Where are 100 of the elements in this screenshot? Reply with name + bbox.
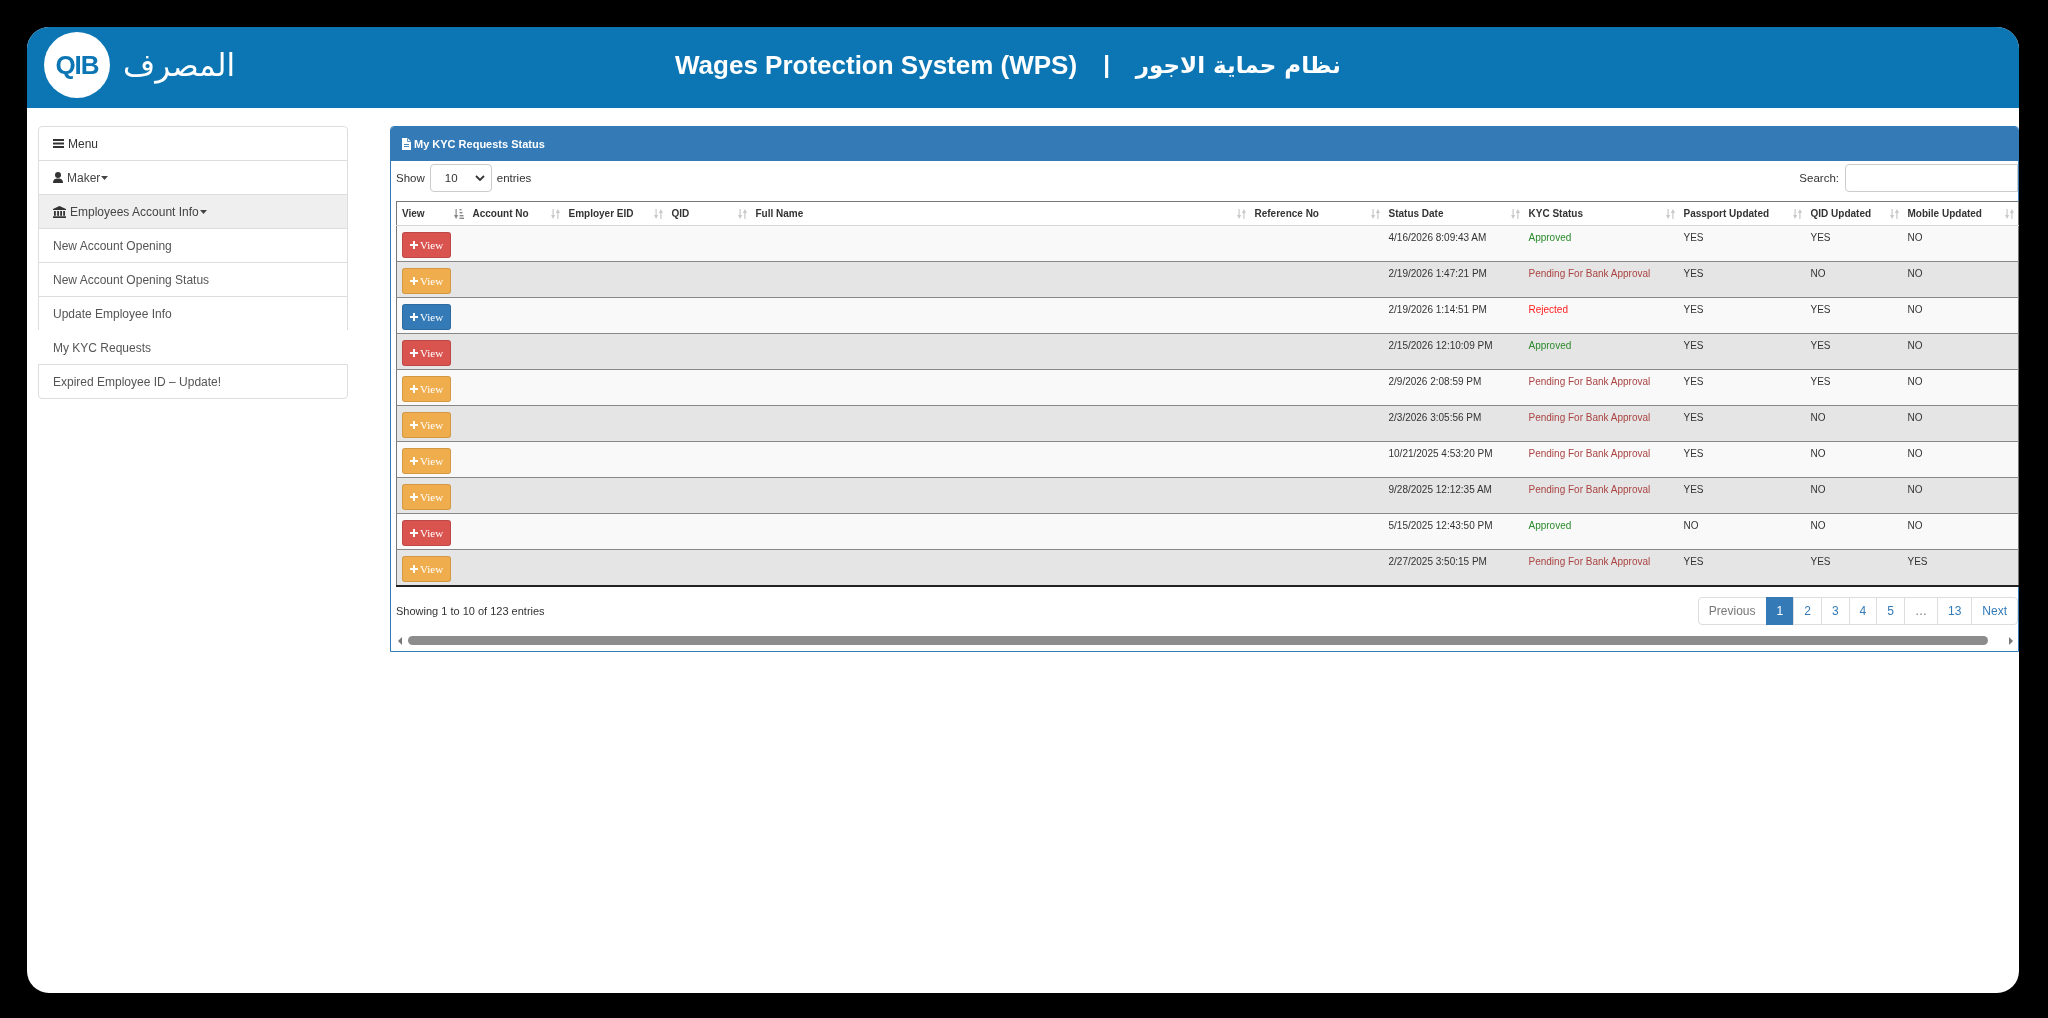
pagination-link[interactable]: 13 <box>1936 596 1973 625</box>
status-text: Approved <box>1523 333 1679 370</box>
logo-mark: QIB <box>44 32 110 98</box>
plus-icon <box>410 421 418 429</box>
bank-icon <box>53 205 66 218</box>
table-cell: NO <box>1902 477 2019 514</box>
table-cell: YES <box>1805 333 1903 370</box>
column-header[interactable]: QID <box>666 201 751 226</box>
table-cell: NO <box>1902 333 2019 370</box>
table-info: Showing 1 to 10 of 123 entries <box>396 604 545 617</box>
status-text: Approved <box>1523 513 1679 550</box>
table-cell: NO <box>1902 369 2019 406</box>
status-text: Rejected <box>1523 297 1679 334</box>
menu-link[interactable]: Expired Employee ID – Update! <box>38 364 348 399</box>
plus-icon <box>410 277 418 285</box>
table-cell: YES <box>1678 261 1806 298</box>
menu-link[interactable]: New Account Opening <box>38 228 348 263</box>
status-text: Pending For Bank Approval <box>1523 369 1679 406</box>
status-text: Pending For Bank Approval <box>1523 261 1679 298</box>
document-icon <box>402 138 411 150</box>
plus-icon <box>410 385 418 393</box>
column-header[interactable]: Status Date <box>1383 201 1524 226</box>
status-text: Approved <box>1523 225 1679 262</box>
pagination-link[interactable]: 3 <box>1820 596 1850 625</box>
table-cell: YES <box>1805 225 1903 262</box>
table-cell: YES <box>1678 333 1806 370</box>
column-header[interactable]: Full Name <box>750 201 1250 226</box>
header-title: Wages Protection System (WPS) <box>675 49 1078 81</box>
pagination-link[interactable]: Next <box>1971 596 2018 625</box>
menu-dropdown[interactable]: Employees Account Info <box>38 194 348 229</box>
plus-icon <box>410 241 418 249</box>
column-header[interactable]: View <box>396 201 468 226</box>
menu-heading[interactable]: Menu <box>38 126 348 161</box>
column-header[interactable]: Employer EID <box>563 201 667 226</box>
pagination-link[interactable]: 2 <box>1793 596 1822 625</box>
entries-label: entries <box>496 172 532 184</box>
search-field[interactable] <box>1845 164 2018 192</box>
menu-link[interactable]: New Account Opening Status <box>38 262 348 297</box>
table-cell: 2/19/2026 1:47:21 PM <box>1383 261 1524 298</box>
table-cell: YES <box>1678 225 1806 262</box>
view-button[interactable]: View <box>402 232 452 258</box>
table-cell: NO <box>1678 513 1806 550</box>
header-title-arabic: نظام حماية الاجور <box>1135 52 1341 78</box>
caret-down-icon <box>199 209 207 214</box>
status-text: Pending For Bank Approval <box>1523 405 1679 442</box>
column-header[interactable]: QID Updated <box>1805 201 1903 226</box>
panel-title: My KYC Requests Status <box>414 138 545 150</box>
table-cell: NO <box>1902 405 2019 442</box>
menu-link[interactable]: Update Employee Info <box>38 296 348 331</box>
scroll-left-icon[interactable] <box>398 636 402 645</box>
table-cell: 4/16/2026 8:09:43 AM <box>1383 225 1524 262</box>
view-button[interactable]: View <box>402 340 452 366</box>
column-header[interactable]: KYC Status <box>1523 201 1679 226</box>
table-cell: NO <box>1902 513 2019 550</box>
table-cell: 2/27/2025 3:50:15 PM <box>1383 549 1524 586</box>
menu-dropdown[interactable]: Maker <box>38 160 348 195</box>
view-button[interactable]: View <box>402 304 452 330</box>
table-cell: YES <box>1678 441 1806 478</box>
status-text: Pending For Bank Approval <box>1523 477 1679 514</box>
search-label: Search: <box>1799 172 1839 184</box>
pagination-link[interactable]: 5 <box>1876 596 1905 625</box>
logo-wordmark: المصرف <box>123 47 236 83</box>
column-header[interactable]: Reference No <box>1249 201 1384 226</box>
view-button[interactable]: View <box>402 520 452 546</box>
user-icon <box>53 172 63 183</box>
table-cell: YES <box>1678 405 1806 442</box>
column-header[interactable]: Account No <box>467 201 564 226</box>
table-cell: YES <box>1805 297 1903 334</box>
table-cell: NO <box>1805 513 1903 550</box>
plus-icon <box>410 457 418 465</box>
table-cell: NO <box>1805 441 1903 478</box>
status-text: Pending For Bank Approval <box>1523 441 1679 478</box>
show-label: Show <box>396 172 425 184</box>
table-cell: NO <box>1902 225 2019 262</box>
chevron-down-icon <box>474 175 485 181</box>
table-cell: YES <box>1678 297 1806 334</box>
plus-icon <box>410 493 418 501</box>
table-cell: 10/21/2025 4:53:20 PM <box>1383 441 1524 478</box>
table-cell: 5/15/2025 12:43:50 PM <box>1383 513 1524 550</box>
column-header[interactable]: Passport Updated <box>1678 201 1806 226</box>
table-cell: 2/15/2026 12:10:09 PM <box>1383 333 1524 370</box>
plus-icon <box>410 349 418 357</box>
scroll-right-icon[interactable] <box>2009 636 2013 645</box>
table-cell: 9/28/2025 12:12:35 AM <box>1383 477 1524 514</box>
caret-down-icon <box>101 175 109 180</box>
table-cell: YES <box>1805 549 1903 586</box>
table-cell: YES <box>1902 549 2019 586</box>
table-cell: NO <box>1805 261 1903 298</box>
table-cell: YES <box>1678 549 1806 586</box>
plus-icon <box>410 565 418 573</box>
table-cell: NO <box>1805 405 1903 442</box>
table-cell: 2/9/2026 2:08:59 PM <box>1383 369 1524 406</box>
table-cell: NO <box>1805 477 1903 514</box>
column-header[interactable]: Mobile Updated <box>1902 201 2019 226</box>
entries-select[interactable]: 10 <box>429 164 492 192</box>
table-cell: YES <box>1678 369 1806 406</box>
table-cell: NO <box>1902 261 2019 298</box>
menu-icon <box>53 139 64 148</box>
table-cell: NO <box>1902 441 2019 478</box>
scrollbar-thumb[interactable] <box>408 636 1988 645</box>
